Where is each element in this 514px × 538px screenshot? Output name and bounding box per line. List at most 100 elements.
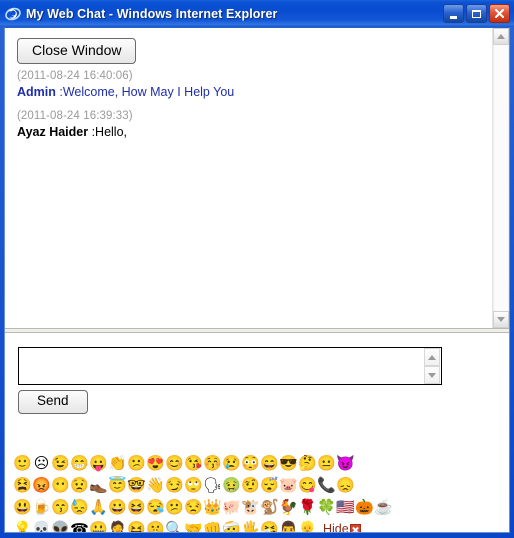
spinner-up-button[interactable]: [424, 348, 440, 366]
high-five-emoticon[interactable]: 🖐: [241, 519, 260, 533]
tongue-out-emoticon[interactable]: 😛: [89, 453, 108, 473]
eating-emoticon[interactable]: 😋: [298, 475, 317, 495]
close-window-button[interactable]: Close Window: [17, 38, 137, 65]
kissing-emoticon[interactable]: 😘: [184, 453, 203, 473]
rolling-eyes-emoticon[interactable]: 🙄: [184, 475, 203, 495]
minimize-button[interactable]: [443, 4, 464, 23]
nerd-glasses-emoticon[interactable]: 🤓: [127, 475, 146, 495]
heart-kiss-emoticon[interactable]: 😚: [203, 453, 222, 473]
whispering-emoticon[interactable]: 🤫: [146, 519, 165, 533]
close-x-icon[interactable]: [349, 523, 361, 532]
zipper-mouth-emoticon[interactable]: 🤐: [89, 519, 108, 533]
phone-call-emoticon[interactable]: 📞: [317, 475, 336, 495]
pink-smile-emoticon[interactable]: 😳: [241, 453, 260, 473]
pane-splitter[interactable]: [5, 328, 509, 333]
straight-face-emoticon[interactable]: 😐: [317, 453, 336, 473]
sneezing-emoticon[interactable]: 🤧: [260, 519, 279, 533]
unsure-emoticon[interactable]: 😕: [165, 497, 184, 517]
magnifier-emoticon[interactable]: 🔍: [165, 519, 184, 533]
message-separator: :: [88, 124, 96, 139]
facepalm-emoticon[interactable]: 🤦: [108, 519, 127, 533]
neutral-emoticon[interactable]: 😶: [51, 475, 70, 495]
telephone-emoticon[interactable]: ☎: [70, 519, 89, 533]
message-timestamp: (2011-08-24 16:39:33): [17, 110, 133, 123]
handshake-emoticon[interactable]: 🤝: [184, 519, 203, 533]
angel-emoticon[interactable]: 😇: [108, 475, 127, 495]
internet-explorer-icon: [4, 5, 22, 23]
sad-emoticon[interactable]: ☹: [32, 453, 51, 473]
message-input[interactable]: [18, 347, 442, 385]
browser-window: My Web Chat - Windows Internet Explorer …: [0, 0, 514, 538]
boy-graduate-emoticon[interactable]: 👨: [279, 519, 298, 533]
message-input-scrollbar[interactable]: [424, 348, 441, 384]
sleepy-emoticon[interactable]: 😪: [146, 497, 165, 517]
monkey-emoticon[interactable]: 🐒: [260, 497, 279, 517]
king-crown-emoticon[interactable]: 👑: [203, 497, 222, 517]
scroll-down-button[interactable]: [493, 311, 509, 328]
cow-emoticon[interactable]: 🐮: [241, 497, 260, 517]
punch-emoticon[interactable]: 👊: [203, 519, 222, 533]
titlebar: My Web Chat - Windows Internet Explorer: [0, 0, 514, 27]
thinking-hand-emoticon[interactable]: 🤨: [241, 475, 260, 495]
smile-emoticon[interactable]: 🙂: [13, 453, 32, 473]
crying-emoticon[interactable]: 😢: [222, 453, 241, 473]
wink-emoticon[interactable]: 😉: [51, 453, 70, 473]
shoe-throw-emoticon[interactable]: 👞: [89, 475, 108, 495]
thinking-emoticon[interactable]: 🤔: [298, 453, 317, 473]
emoticon-row: 😃 🍺 😙 😓 🙏 😀 😆 😪 😕 😒 👑 🐖 🐮 🐒 🐓 🌹 🍀 🇺🇸 🎃 ☕: [13, 496, 503, 518]
big-laugh-emoticon[interactable]: 😃: [13, 497, 32, 517]
annoyed-emoticon[interactable]: 😒: [184, 497, 203, 517]
sweating-emoticon[interactable]: 😓: [70, 497, 89, 517]
usa-flag-emoticon[interactable]: 🇺🇸: [336, 497, 355, 517]
blonde-girl-emoticon[interactable]: 👱: [298, 519, 317, 533]
spinner-down-button[interactable]: [424, 366, 440, 384]
hide-link[interactable]: Hide: [323, 522, 349, 532]
smirk-emoticon[interactable]: 😏: [165, 475, 184, 495]
confused-emoticon[interactable]: 😕: [127, 453, 146, 473]
yawning-emoticon[interactable]: 😫: [13, 475, 32, 495]
cool-sunglasses-emoticon[interactable]: 😎: [279, 453, 298, 473]
scroll-up-button[interactable]: [493, 28, 509, 45]
tooth-ache-emoticon[interactable]: 🤕: [222, 519, 241, 533]
sad-face-emoticon[interactable]: 😞: [336, 475, 355, 495]
message-text: Hello,: [95, 124, 128, 139]
chat-transcript-pane: Close Window (2011-08-24 16:40:06) Admin…: [5, 28, 509, 328]
pig-emoticon[interactable]: 🐖: [222, 497, 241, 517]
hide-emoticons-control[interactable]: Hide: [323, 522, 361, 532]
rooster-emoticon[interactable]: 🐓: [279, 497, 298, 517]
sick-green-emoticon[interactable]: 🤢: [222, 475, 241, 495]
chat-vertical-scrollbar[interactable]: [492, 28, 509, 328]
waving-hand-emoticon[interactable]: 👋: [146, 475, 165, 495]
silly-emoticon[interactable]: 😝: [127, 519, 146, 533]
blushing-emoticon[interactable]: 😊: [165, 453, 184, 473]
four-leaf-clover-emoticon[interactable]: 🍀: [317, 497, 336, 517]
message-separator: :: [55, 84, 63, 99]
alien-emoticon[interactable]: 👽: [51, 519, 70, 533]
skull-emoticon[interactable]: 💀: [32, 519, 51, 533]
send-button[interactable]: Send: [18, 390, 88, 414]
light-bulb-emoticon[interactable]: 💡: [13, 519, 32, 533]
drinking-emoticon[interactable]: 🍺: [32, 497, 51, 517]
devil-emoticon[interactable]: 😈: [336, 453, 355, 473]
coffee-cup-emoticon[interactable]: ☕: [374, 497, 393, 517]
maximize-icon: [472, 9, 481, 18]
love-struck-emoticon[interactable]: 😍: [146, 453, 165, 473]
maximize-button[interactable]: [466, 4, 487, 23]
squinting-emoticon[interactable]: 😆: [127, 497, 146, 517]
whistling-emoticon[interactable]: 😙: [51, 497, 70, 517]
laughing-emoticon[interactable]: 😄: [260, 453, 279, 473]
talking-emoticon[interactable]: 🗣: [203, 475, 222, 495]
worried-emoticon[interactable]: 😟: [70, 475, 89, 495]
sleeping-emoticon[interactable]: 😴: [260, 475, 279, 495]
pumpkin-emoticon[interactable]: 🎃: [355, 497, 374, 517]
chat-scroll-area[interactable]: Close Window (2011-08-24 16:40:06) Admin…: [5, 28, 492, 328]
close-button[interactable]: [489, 4, 510, 23]
clapping-hands-emoticon[interactable]: 👏: [108, 453, 127, 473]
rose-emoticon[interactable]: 🌹: [298, 497, 317, 517]
big-grin-emoticon[interactable]: 😁: [70, 453, 89, 473]
grin-emoticon[interactable]: 😀: [108, 497, 127, 517]
praying-hands-emoticon[interactable]: 🙏: [89, 497, 108, 517]
scrollbar-track[interactable]: [493, 45, 509, 311]
shouting-emoticon[interactable]: 😡: [32, 475, 51, 495]
pig-face-emoticon[interactable]: 🐷: [279, 475, 298, 495]
